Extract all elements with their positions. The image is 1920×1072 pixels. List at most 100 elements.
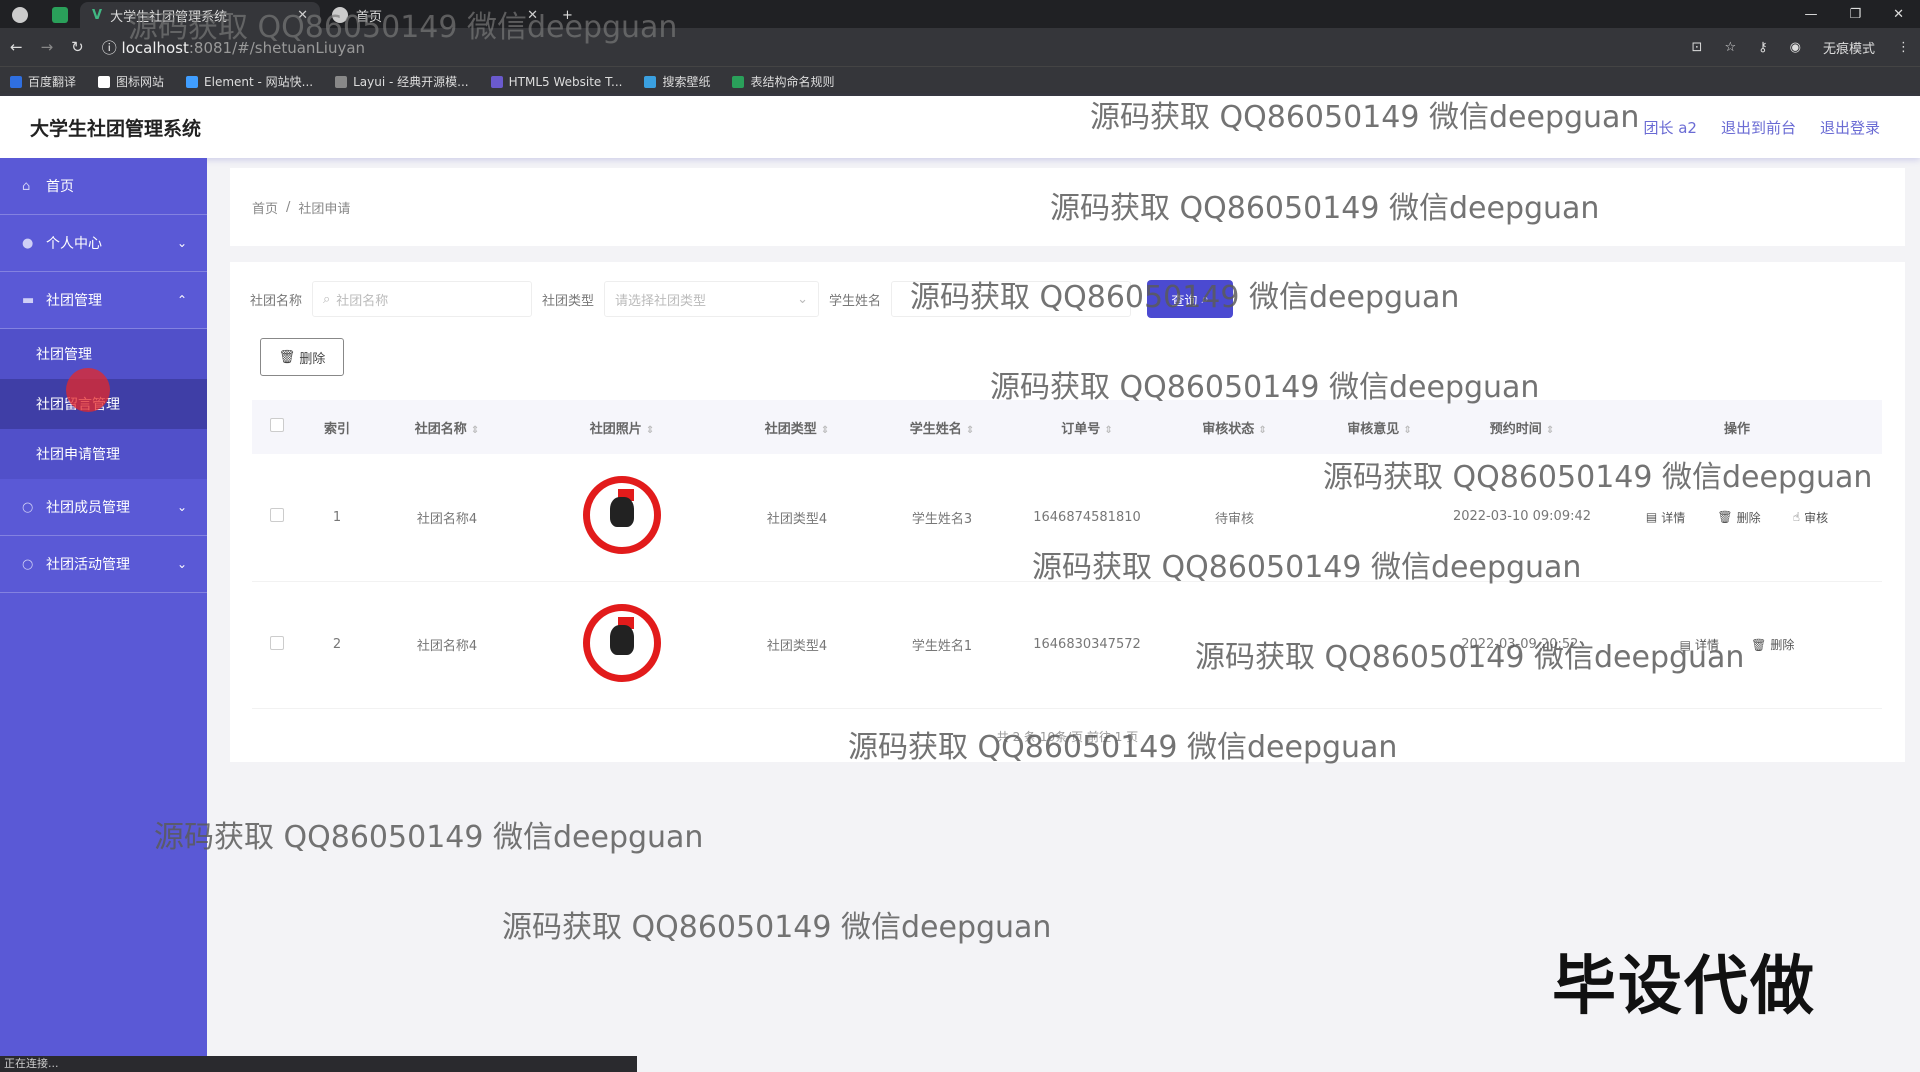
select-all-checkbox[interactable]: [270, 418, 284, 432]
club-photo-cell: [522, 454, 722, 581]
incognito-icon[interactable]: ◉: [1790, 40, 1801, 55]
row-select-cell: [252, 454, 302, 581]
delete-label: 删除: [1770, 638, 1795, 652]
trash-icon: 🗑: [278, 349, 296, 365]
user-link[interactable]: 团长 a2: [1643, 117, 1697, 138]
column-header[interactable]: 订单号 ⇕: [1012, 400, 1162, 454]
bookmark[interactable]: 搜索壁纸: [644, 73, 710, 90]
club-name-label: 社团名称: [250, 293, 303, 309]
detail-button[interactable]: ▤ 详情: [1646, 509, 1685, 526]
review-button[interactable]: ☝ 审核: [1793, 509, 1828, 526]
incognito-label: 无痕模式: [1822, 41, 1875, 57]
element-icon: [186, 75, 199, 88]
watermark-text: 源码获取 QQ86050149 微信deepguan: [1090, 100, 1640, 135]
star-icon[interactable]: ☆: [1724, 40, 1736, 55]
close-window-icon[interactable]: ✕: [1893, 7, 1904, 22]
sidebar-item-label: 社团活动管理: [46, 557, 130, 573]
delete-row-button[interactable]: 🗑 删除: [1751, 636, 1794, 653]
index-cell: 2: [332, 637, 342, 652]
club-type-select[interactable]: 请选择社团类型 ⌄: [604, 281, 820, 317]
sidebar-item-club[interactable]: ▬ 社团管理 ⌃: [0, 272, 207, 329]
bookmark[interactable]: 表结构命名规则: [732, 73, 834, 90]
restore-icon[interactable]: ❐: [1849, 7, 1861, 22]
watermark-text: 源码获取 QQ86050149 微信deepguan: [848, 730, 1398, 765]
column-header[interactable]: 审核状态 ⇕: [1162, 400, 1307, 454]
browser-menu-button[interactable]: [0, 2, 40, 28]
main-card: 社团名称 ⌕ 社团名称 社团类型 请选择社团类型 ⌄ 学生姓名 查询 ⌕ 🗑 删…: [230, 262, 1905, 762]
key-icon[interactable]: ⚷: [1758, 40, 1768, 55]
translate-icon[interactable]: ⊡: [1692, 40, 1703, 55]
sort-icon[interactable]: ⇕: [471, 425, 479, 436]
sort-icon[interactable]: ⇕: [646, 425, 654, 436]
search-icon: ⌕: [323, 291, 331, 307]
delete-row-button[interactable]: 🗑 删除: [1717, 509, 1760, 526]
student-name-cell: 学生姓名1: [911, 639, 973, 654]
bookmark[interactable]: Layui - 经典开源模...: [335, 73, 469, 90]
column-label: 社团名称: [414, 421, 467, 437]
sort-icon[interactable]: ⇕: [1403, 425, 1411, 436]
column-label: 审核状态: [1202, 421, 1255, 437]
bookmark-label: 表结构命名规则: [750, 75, 835, 89]
reload-icon[interactable]: ↻: [71, 38, 84, 56]
exit-to-front-link[interactable]: 退出到前台: [1721, 117, 1796, 138]
bookmark-icon: [10, 75, 22, 88]
sidebar-item-home[interactable]: ⌂ 首页: [0, 158, 207, 215]
column-label: 操作: [1723, 421, 1750, 437]
wallpaper-icon: [644, 75, 657, 88]
column-header: 操作: [1592, 400, 1882, 454]
club-photo-image[interactable]: [583, 603, 661, 682]
more-menu-icon[interactable]: ⋮: [1897, 40, 1910, 55]
flag-icon: [98, 75, 111, 88]
club-name-input[interactable]: ⌕ 社团名称: [312, 281, 533, 317]
back-icon[interactable]: ←: [10, 38, 23, 56]
sidebar-subitem[interactable]: 社团申请管理: [0, 429, 207, 479]
sidebar-item-activities[interactable]: ○ 社团活动管理 ⌄: [0, 536, 207, 593]
sidebar-item-personal[interactable]: ● 个人中心 ⌄: [0, 215, 207, 272]
breadcrumb-separator: /: [286, 199, 291, 215]
review-label: 审核: [1804, 510, 1829, 525]
column-label: 社团类型: [764, 421, 817, 437]
breadcrumb-home[interactable]: 首页: [252, 198, 278, 217]
sort-icon[interactable]: ⇕: [821, 425, 829, 436]
sort-icon[interactable]: ⇕: [1546, 425, 1554, 436]
column-header: 索引: [302, 400, 372, 454]
forward-icon[interactable]: →: [41, 38, 54, 56]
watermark-text: 源码获取 QQ86050149 微信deepguan: [1032, 550, 1582, 585]
bookmark[interactable]: 图标网站: [98, 73, 164, 90]
club-name-placeholder: 社团名称: [336, 293, 389, 309]
column-header[interactable]: 社团名称 ⇕: [372, 400, 522, 454]
sort-icon[interactable]: ⇕: [1258, 425, 1266, 436]
browser-tab-ext[interactable]: [40, 2, 80, 28]
bookmark[interactable]: Element - 网站快...: [186, 73, 313, 90]
sidebar-subitem[interactable]: 社团管理: [0, 329, 207, 379]
logout-link[interactable]: 退出登录: [1820, 117, 1880, 138]
row-select-cell: [252, 581, 302, 708]
cursor-highlight: [66, 368, 110, 412]
sidebar-item-members[interactable]: ○ 社团成员管理 ⌄: [0, 479, 207, 536]
column-header[interactable]: 社团类型 ⇕: [722, 400, 872, 454]
column-header[interactable]: 社团照片 ⇕: [522, 400, 722, 454]
bookmark-label: 图标网站: [116, 75, 165, 89]
watermark-text: 源码获取 QQ86050149 微信deepguan: [1195, 640, 1745, 675]
sort-icon[interactable]: ⇕: [966, 425, 974, 436]
chevron-down-icon: ⌄: [797, 291, 809, 307]
club-type-label: 社团类型: [542, 293, 595, 309]
bookmark[interactable]: 百度翻译: [10, 73, 76, 90]
app-title: 大学生社团管理系统: [30, 117, 202, 140]
delete-button[interactable]: 🗑 删除: [260, 338, 344, 376]
club-photo-image[interactable]: [583, 476, 661, 555]
bookmark-label: HTML5 Website T...: [508, 74, 623, 89]
column-header[interactable]: 预约时间 ⇕: [1452, 400, 1592, 454]
club-name-cell: 社团名称4: [416, 511, 478, 527]
club-name-cell: 社团名称4: [416, 639, 478, 654]
column-header[interactable]: 审核意见 ⇕: [1307, 400, 1452, 454]
bookmark[interactable]: HTML5 Website T...: [490, 74, 623, 89]
sort-icon[interactable]: ⇕: [1104, 425, 1112, 436]
minimize-icon[interactable]: —: [1804, 7, 1817, 22]
row-checkbox[interactable]: [270, 508, 284, 523]
vue-icon: V: [92, 7, 103, 23]
club-type-placeholder: 请选择社团类型: [615, 293, 707, 309]
column-header[interactable]: 学生姓名 ⇕: [872, 400, 1012, 454]
row-checkbox[interactable]: [270, 635, 284, 650]
sheet-icon: [732, 75, 745, 88]
